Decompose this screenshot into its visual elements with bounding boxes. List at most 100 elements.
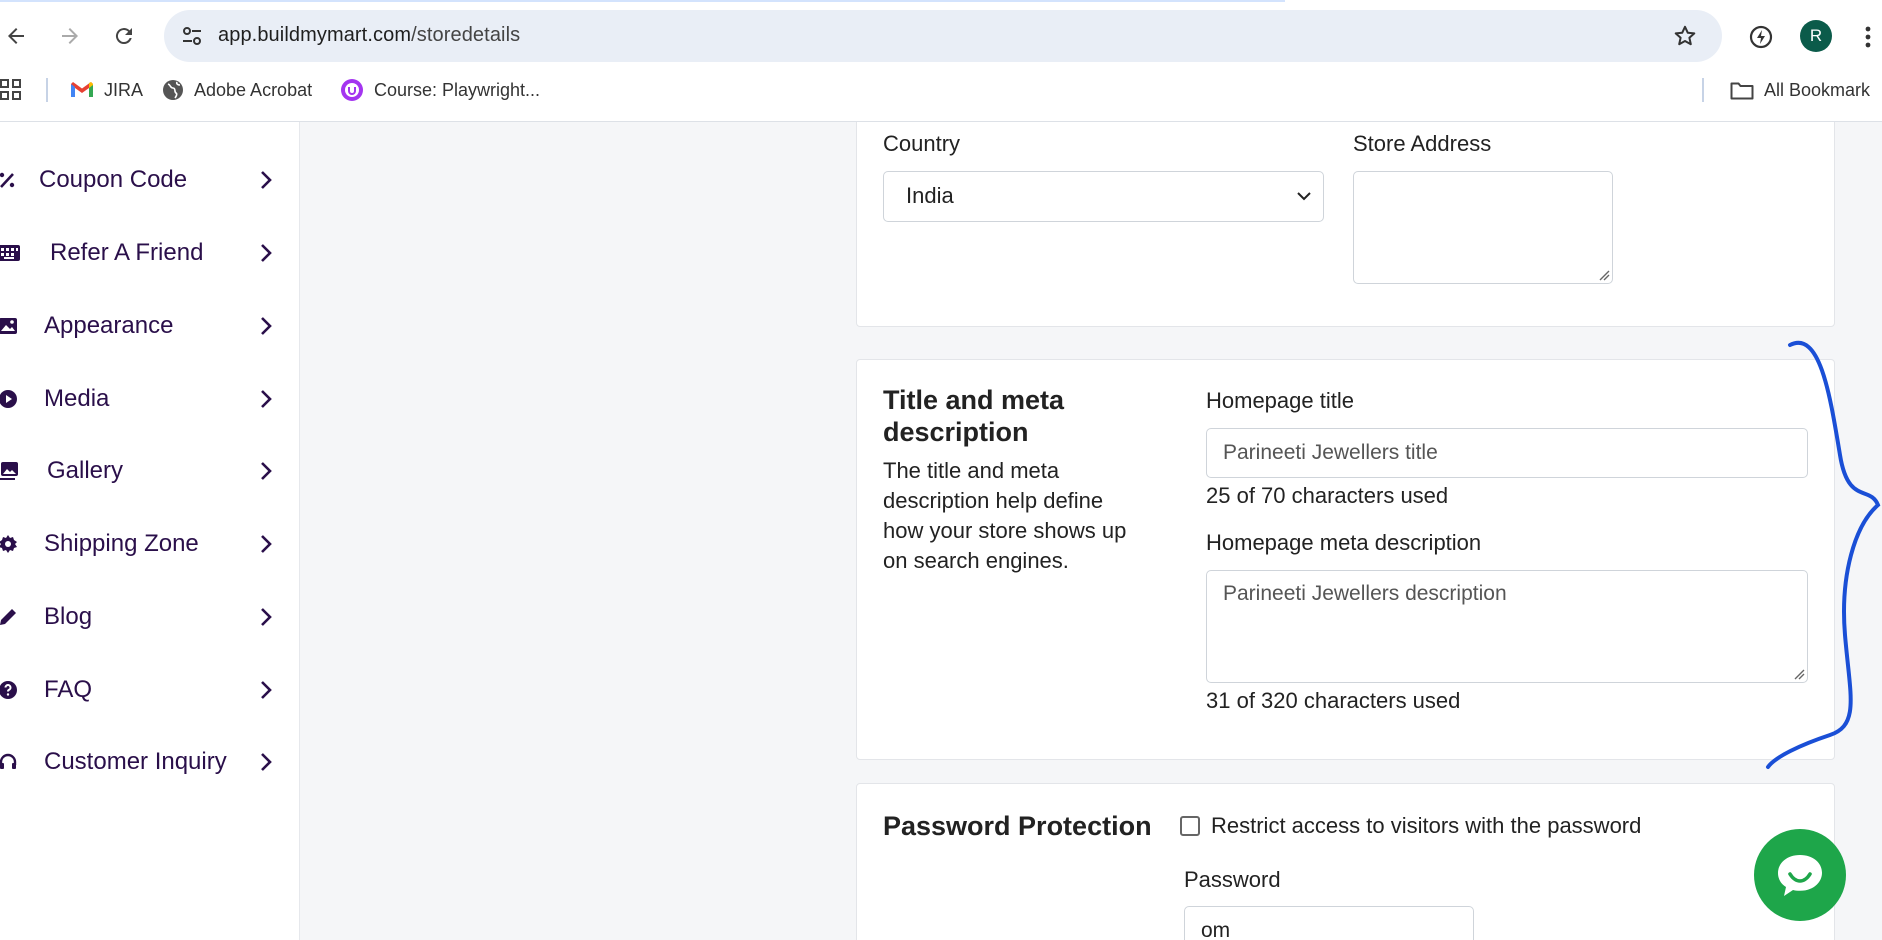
coupon-icon: [0, 168, 20, 192]
profile-avatar[interactable]: R: [1800, 20, 1832, 52]
restrict-access-label[interactable]: Restrict access to visitors with the pas…: [1211, 813, 1641, 839]
browser-menu-button[interactable]: [1858, 22, 1878, 52]
gear-icon: [0, 532, 20, 556]
url-text[interactable]: app.buildmymart.com/storedetails: [218, 24, 520, 47]
bookmark-jira[interactable]: JIRA: [70, 76, 143, 104]
sidebar-item-customer-inquiry[interactable]: Customer Inquiry: [0, 734, 300, 790]
chevron-right-icon: [258, 170, 274, 190]
help-line: description help define: [883, 488, 1104, 513]
gallery-icon: [0, 459, 20, 483]
chevron-down-icon: [1297, 192, 1311, 201]
sidebar-item-label: FAQ: [44, 676, 93, 703]
bookmarks-bar: JIRA Adobe Acrobat Course: Playwright...…: [0, 74, 1882, 106]
sidebar-item-coupon-code[interactable]: Coupon Code: [0, 152, 300, 208]
seo-help-text: The title and meta description help defi…: [883, 456, 1126, 576]
meta-description-textarea[interactable]: Parineeti Jewellers description: [1206, 570, 1808, 683]
store-address-textarea[interactable]: [1353, 171, 1613, 284]
password-card-title: Password Protection: [883, 811, 1152, 841]
site-info-button[interactable]: [178, 22, 206, 50]
url-host: app.buildmymart.com: [218, 24, 412, 46]
pencil-icon: [0, 605, 20, 629]
chat-widget-button[interactable]: [1754, 829, 1846, 921]
meta-description-counter: 31 of 320 characters used: [1206, 688, 1461, 713]
performance-icon: [1749, 25, 1773, 49]
all-bookmarks-label: All Bookmark: [1764, 79, 1871, 100]
reload-icon: [115, 28, 132, 45]
password-value: om: [1201, 919, 1231, 940]
seo-card-title: Title and meta description: [883, 384, 1064, 448]
headset-icon: [0, 750, 20, 774]
forward-button[interactable]: [56, 22, 84, 50]
sidebar-item-label: Appearance: [44, 312, 174, 339]
sidebar-item-blog[interactable]: Blog: [0, 589, 300, 645]
password-input[interactable]: om: [1184, 906, 1474, 940]
chat-bubble-icon: [1778, 855, 1822, 896]
reload-button[interactable]: [110, 22, 138, 50]
chevron-right-icon: [258, 607, 274, 627]
meta-description-label: Homepage meta description: [1206, 530, 1482, 555]
sidebar-item-faq[interactable]: FAQ: [0, 662, 300, 718]
sidebar-item-label: Customer Inquiry: [44, 748, 227, 775]
country-value: India: [906, 183, 954, 208]
tune-icon: [183, 27, 201, 45]
sidebar-item-label: Blog: [44, 603, 93, 630]
browser-chrome: app.buildmymart.com/storedetails R JIRA …: [0, 0, 1882, 122]
keyboard-icon: [0, 241, 22, 265]
chevron-right-icon: [258, 389, 274, 409]
address-card: Country India Store Address: [856, 122, 1835, 327]
sidebar: Coupon Code Refer A Friend Appearance Me…: [0, 122, 300, 940]
question-icon: [0, 678, 20, 702]
bookmark-label: JIRA: [104, 79, 144, 100]
chevron-right-icon: [258, 680, 274, 700]
image-icon: [0, 314, 20, 338]
store-address-label: Store Address: [1353, 131, 1492, 156]
bookmarks-separator: [46, 78, 48, 102]
sidebar-item-refer-a-friend[interactable]: Refer A Friend: [0, 225, 300, 281]
sidebar-item-gallery[interactable]: Gallery: [0, 443, 300, 499]
gmail-icon: [71, 82, 93, 97]
apps-button[interactable]: [0, 76, 22, 104]
sidebar-item-appearance[interactable]: Appearance: [0, 298, 300, 354]
address-row: app.buildmymart.com/storedetails R: [0, 10, 1882, 62]
password-card: Password Protection Restrict access to v…: [856, 783, 1835, 940]
bookmark-label: Adobe Acrobat: [194, 79, 313, 100]
loading-bar: [0, 0, 1285, 2]
url-path: /storedetails: [411, 24, 521, 46]
chevron-right-icon: [258, 316, 274, 336]
forward-arrow-icon: [62, 28, 78, 44]
help-line: on search engines.: [883, 548, 1069, 573]
bookmark-label: Course: Playwright...: [374, 79, 541, 100]
bookmark-star-button[interactable]: [1670, 21, 1700, 51]
extension-button[interactable]: [1746, 22, 1776, 52]
back-button[interactable]: [2, 22, 30, 50]
country-select[interactable]: India: [883, 171, 1324, 222]
meta-description-value: Parineeti Jewellers description: [1223, 582, 1507, 605]
homepage-title-label: Homepage title: [1206, 388, 1354, 413]
chevron-right-icon: [258, 534, 274, 554]
sidebar-item-media[interactable]: Media: [0, 371, 300, 427]
back-arrow-icon: [8, 28, 24, 44]
sidebar-item-shipping-zone[interactable]: Shipping Zone: [0, 516, 300, 572]
sidebar-item-label: Media: [44, 385, 110, 412]
bookmark-adobe-acrobat[interactable]: Adobe Acrobat: [162, 76, 312, 104]
page-content: Coupon Code Refer A Friend Appearance Me…: [0, 122, 1882, 940]
annotation-bracket: [1766, 340, 1881, 769]
all-bookmarks-button[interactable]: All Bookmark: [1730, 76, 1870, 104]
chevron-right-icon: [258, 243, 274, 263]
help-line: how your store shows up: [883, 518, 1127, 543]
homepage-title-value: Parineeti Jewellers title: [1223, 441, 1438, 464]
sidebar-item-label: Shipping Zone: [44, 530, 199, 557]
resize-grip-icon[interactable]: [1598, 269, 1610, 281]
restrict-access-checkbox[interactable]: [1180, 816, 1200, 836]
address-bar[interactable]: app.buildmymart.com/storedetails: [164, 10, 1722, 62]
help-line: The title and meta: [883, 458, 1060, 483]
password-label: Password: [1184, 867, 1281, 892]
kebab-menu-icon: [1865, 26, 1871, 48]
course-icon: [341, 79, 363, 101]
bookmark-course-playwright[interactable]: Course: Playwright...: [340, 76, 540, 104]
apps-grid-icon: [0, 79, 21, 100]
star-icon: [1674, 25, 1696, 46]
country-label: Country: [883, 131, 961, 156]
homepage-title-input[interactable]: Parineeti Jewellers title: [1206, 428, 1808, 478]
bookmarks-separator: [1702, 78, 1704, 102]
